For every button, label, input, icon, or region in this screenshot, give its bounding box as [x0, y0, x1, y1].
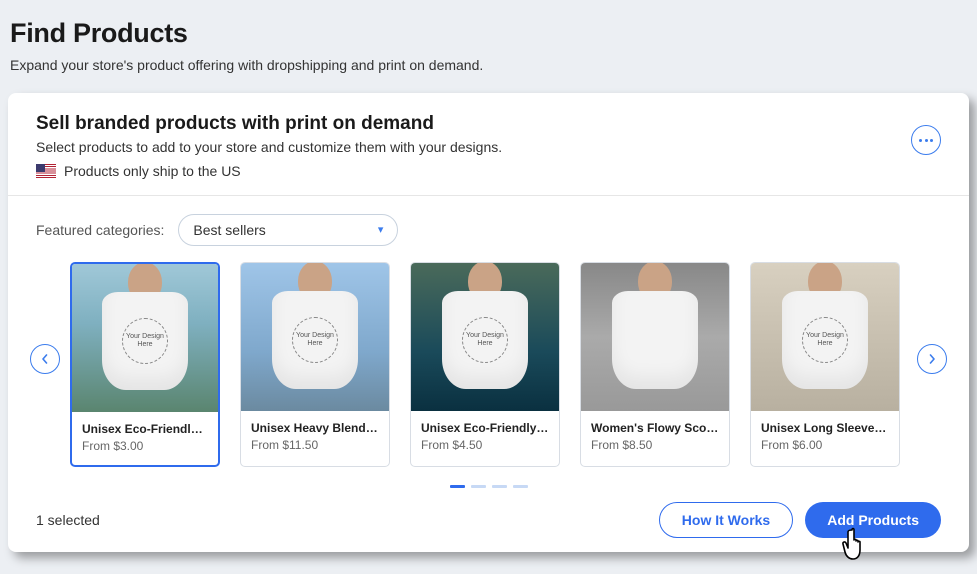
product-name: Unisex Eco-Friendly He... [82, 422, 208, 436]
category-select-value: Best sellers [193, 222, 265, 238]
pager-dot[interactable] [471, 485, 486, 488]
product-image: Your Design Here [411, 263, 559, 411]
card-footer: 1 selected How It Works Add Products [8, 488, 969, 538]
add-products-button[interactable]: Add Products [805, 502, 941, 538]
product-card[interactable]: Your Design Here Unisex Heavy Blend H... F… [240, 262, 390, 467]
product-name: Unisex Eco-Friendly Co... [421, 421, 549, 435]
product-image: Your Design Here [751, 263, 899, 411]
product-price: From $3.00 [82, 439, 208, 453]
product-card[interactable]: Your Design Here Unisex Eco-Friendly Co..… [410, 262, 560, 467]
product-name: Unisex Long Sleeve T-... [761, 421, 889, 435]
pager-dot[interactable] [513, 485, 528, 488]
ship-note-text: Products only ship to the US [64, 163, 241, 179]
product-meta: Unisex Heavy Blend H... From $11.50 [241, 411, 389, 464]
product-meta: Unisex Long Sleeve T-... From $6.00 [751, 411, 899, 464]
card-title: Sell branded products with print on dema… [36, 113, 941, 135]
card-subtitle: Select products to add to your store and… [36, 139, 941, 155]
page-title: Find Products [10, 18, 967, 49]
ship-note-row: Products only ship to the US [36, 163, 941, 179]
chevron-left-icon [40, 354, 50, 364]
product-card[interactable]: Your Design Here Unisex Long Sleeve T-...… [750, 262, 900, 467]
design-placeholder: Your Design Here [802, 317, 848, 363]
product-image [581, 263, 729, 411]
product-name: Women's Flowy Scoop ... [591, 421, 719, 435]
product-carousel: ✓Your Design HereUnisex Eco-Friendly He.… [8, 252, 969, 467]
footer-actions: How It Works Add Products [659, 502, 941, 538]
selected-count: 1 selected [36, 512, 100, 528]
pod-card: Sell branded products with print on dema… [8, 93, 969, 552]
chevron-right-icon [927, 354, 937, 364]
product-price: From $6.00 [761, 438, 889, 452]
product-meta: Women's Flowy Scoop ... From $8.50 [581, 411, 729, 464]
filter-row: Featured categories: Best sellers ▾ [8, 196, 969, 252]
carousel-prev-button[interactable] [30, 344, 60, 374]
product-meta: Unisex Eco-Friendly Co... From $4.50 [411, 411, 559, 464]
shirt-mock [612, 291, 698, 389]
product-card[interactable]: Women's Flowy Scoop ... From $8.50 [580, 262, 730, 467]
category-select[interactable]: Best sellers ▾ [178, 214, 398, 246]
product-image: Your Design Here [72, 264, 218, 412]
product-price: From $4.50 [421, 438, 549, 452]
product-meta: Unisex Eco-Friendly He... From $3.00 [72, 412, 218, 465]
card-header: Sell branded products with print on dema… [8, 93, 969, 196]
ellipsis-icon [919, 139, 933, 142]
product-name: Unisex Heavy Blend H... [251, 421, 379, 435]
chevron-down-icon: ▾ [378, 223, 384, 236]
carousel-next-button[interactable] [917, 344, 947, 374]
flag-us-icon [36, 164, 56, 178]
product-card[interactable]: ✓Your Design HereUnisex Eco-Friendly He.… [70, 262, 220, 467]
pager-dot[interactable] [450, 485, 465, 488]
design-placeholder: Your Design Here [122, 318, 168, 364]
design-placeholder: Your Design Here [292, 317, 338, 363]
filter-label: Featured categories: [36, 222, 164, 238]
more-options-button[interactable] [911, 125, 941, 155]
product-price: From $11.50 [251, 438, 379, 452]
how-it-works-button[interactable]: How It Works [659, 502, 793, 538]
pager-dot[interactable] [492, 485, 507, 488]
page-subtitle: Expand your store's product offering wit… [10, 57, 967, 73]
design-placeholder: Your Design Here [462, 317, 508, 363]
product-price: From $8.50 [591, 438, 719, 452]
product-image: Your Design Here [241, 263, 389, 411]
